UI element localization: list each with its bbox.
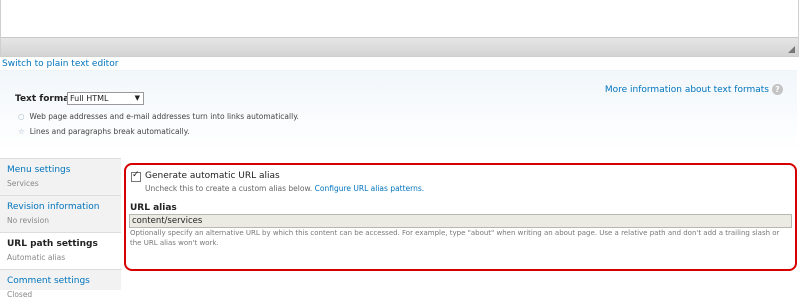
- editor-status-bar: [1, 37, 798, 56]
- vertical-tab-summary: Closed: [7, 290, 33, 299]
- text-format-selected: Full HTML: [70, 94, 109, 103]
- help-icon[interactable]: ?: [772, 84, 783, 95]
- format-tip: ☆ Lines and paragraphs break automaticall…: [18, 127, 190, 136]
- generate-alias-description: Uncheck this to create a custom alias be…: [145, 184, 425, 193]
- vertical-tab-comment-settings[interactable]: Comment settings Closed: [0, 270, 121, 306]
- configure-patterns-link[interactable]: Configure URL alias patterns.: [315, 184, 425, 193]
- vertical-tab-summary: Automatic alias: [7, 253, 66, 262]
- url-alias-description: Optionally specify an alternative URL by…: [130, 229, 780, 247]
- vertical-tab-revision-information[interactable]: Revision information No revision: [0, 196, 121, 233]
- vertical-tab-menu-settings[interactable]: Menu settings Services: [0, 159, 121, 196]
- vertical-tab-url-path-settings[interactable]: URL path settings Automatic alias: [0, 233, 122, 270]
- vertical-tab-summary: No revision: [7, 216, 49, 225]
- switch-editor-link[interactable]: Switch to plain text editor: [2, 59, 118, 69]
- url-alias-label: URL alias: [130, 203, 177, 213]
- resize-grip-icon[interactable]: [788, 46, 795, 53]
- text-format-wrapper: Text format Full HTML ▼ More information…: [0, 70, 797, 151]
- bullet-icon: ○: [18, 112, 25, 121]
- rich-text-editor[interactable]: [0, 0, 799, 57]
- chevron-down-icon: ▼: [134, 94, 140, 102]
- vertical-tab-title: Comment settings: [7, 276, 90, 286]
- bullet-icon: ☆: [18, 127, 25, 136]
- vertical-tab-title: Revision information: [7, 202, 100, 212]
- more-info-link[interactable]: More information about text formats: [605, 85, 769, 95]
- url-alias-input[interactable]: content/services: [129, 214, 792, 228]
- text-format-select[interactable]: Full HTML ▼: [67, 92, 144, 105]
- generate-alias-checkbox[interactable]: [131, 170, 141, 182]
- generate-alias-label[interactable]: Generate automatic URL alias: [145, 171, 280, 181]
- format-tip: ○ Web page addresses and e-mail addresses…: [18, 112, 299, 121]
- vertical-tab-summary: Services: [7, 179, 39, 188]
- vertical-tab-title: Menu settings: [7, 165, 71, 175]
- vertical-tabs: Menu settings Services Revision informat…: [0, 158, 122, 299]
- vertical-tab-title: URL path settings: [7, 239, 98, 249]
- text-format-label: Text format: [15, 94, 74, 104]
